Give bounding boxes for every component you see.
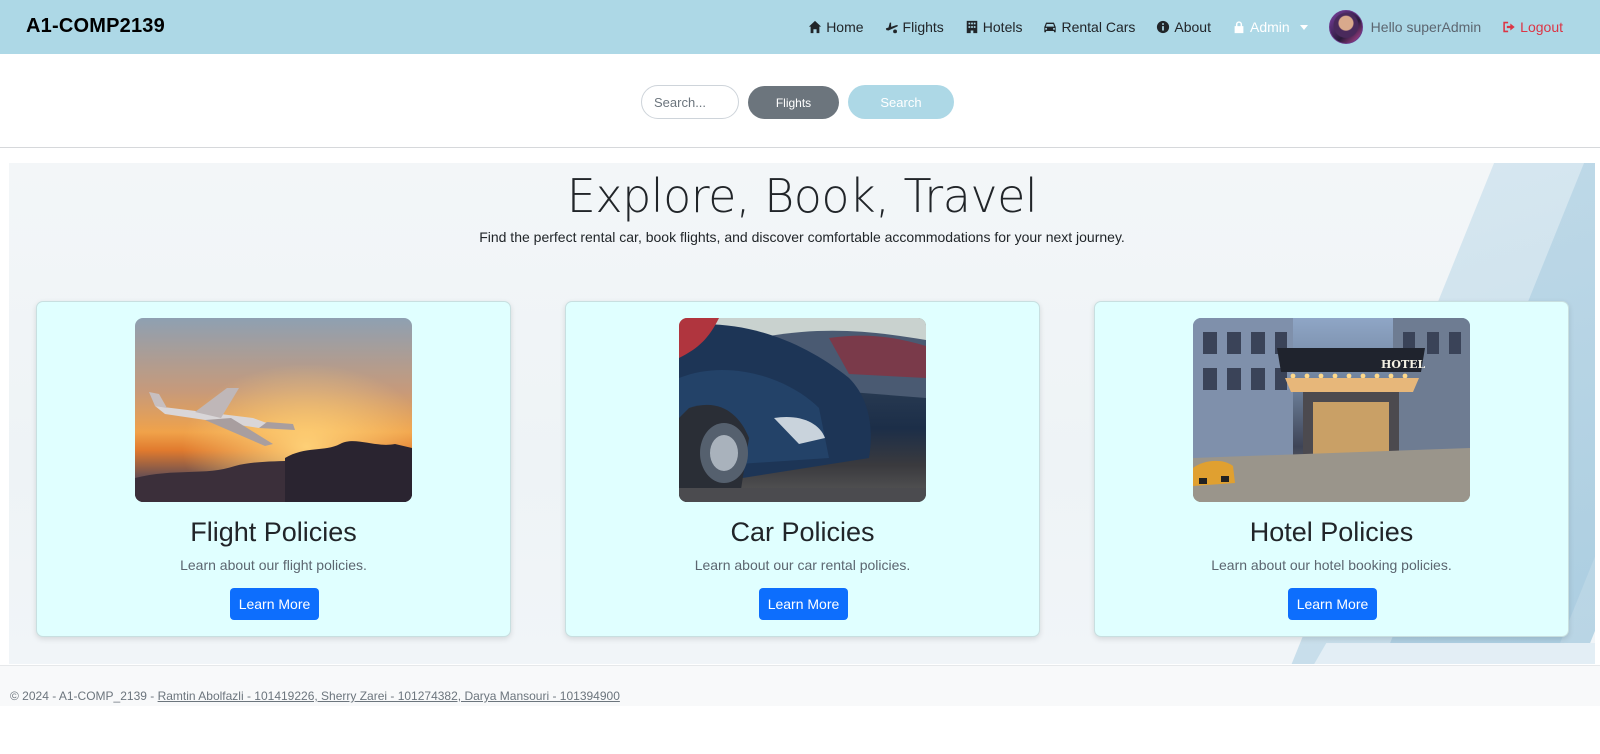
nav-rental-cars-label: Rental Cars (1061, 19, 1136, 35)
nav-item-flights[interactable]: Flights (885, 19, 944, 35)
admin-label: Admin (1249, 19, 1290, 35)
hotel-policies-card: HOTEL Hotel Policies Learn about our hot… (1094, 301, 1569, 637)
learn-more-button-flights[interactable]: Learn More (230, 588, 319, 620)
footer-text: © 2024 - A1-COMP_2139 - Ramtin Abolfazli… (10, 689, 620, 703)
nav-item-about[interactable]: About (1156, 19, 1211, 35)
learn-more-button-cars[interactable]: Learn More (759, 588, 848, 620)
card-title: Flight Policies (190, 517, 357, 547)
flight-policies-card: Flight Policies Learn about our flight p… (36, 301, 511, 637)
nav-hotels-label: Hotels (982, 19, 1023, 35)
hero-subtitle: Find the perfect rental car, book flight… (479, 229, 1125, 245)
card-description: Learn about our car rental policies. (694, 557, 911, 573)
nav-flights-label: Flights (902, 19, 944, 35)
sign-out-icon (1503, 21, 1515, 33)
nav-item-hotels[interactable]: Hotels (965, 19, 1023, 35)
nav-item-home[interactable]: Home (808, 19, 864, 35)
hero-background-shape (1291, 643, 1595, 664)
nav-about-label: About (1174, 19, 1211, 35)
car-icon (1044, 22, 1057, 33)
logout-link[interactable]: Logout (1502, 19, 1563, 35)
lock-icon (1234, 21, 1244, 34)
card-title: Car Policies (730, 517, 875, 547)
building-icon (966, 20, 978, 34)
brand-logo[interactable]: A1-COMP2139 (26, 15, 165, 38)
house-icon (809, 20, 822, 34)
hotel-sign-text: HOTEL (1381, 358, 1426, 371)
nav-item-rental-cars[interactable]: Rental Cars (1043, 19, 1135, 35)
search-input[interactable] (641, 85, 739, 119)
footer-copyright: © 2024 - A1-COMP_2139 - (10, 689, 158, 703)
parked-cars-image (679, 318, 926, 502)
hero-title: Explore, Book, Travel (566, 169, 1038, 223)
card-title: Hotel Policies (1249, 517, 1414, 547)
car-policies-card: Car Policies Learn about our car rental … (565, 301, 1040, 637)
plane-icon (885, 22, 898, 34)
info-circle-icon (1157, 20, 1170, 34)
navbar: A1-COMP2139 Home Flights Hotels Rental C… (0, 0, 1600, 54)
chevron-down-icon (1299, 24, 1308, 30)
card-description: Learn about our hotel booking policies. (1211, 557, 1452, 573)
nav-menu: Home Flights Hotels Rental Cars About Ad… (808, 0, 1600, 54)
user-greeting: Hello superAdmin (1370, 19, 1482, 35)
card-description: Learn about our flight policies. (180, 557, 367, 573)
logout-label: Logout (1520, 19, 1563, 35)
avatar[interactable] (1328, 10, 1363, 44)
nav-home-label: Home (826, 19, 864, 35)
footer-authors-link[interactable]: Ramtin Abolfazli - 101419226, Sherry Zar… (158, 689, 620, 703)
learn-more-button-hotels[interactable]: Learn More (1288, 588, 1377, 620)
search-category-dropdown[interactable]: Flights (748, 86, 839, 119)
hotel-entrance-image: HOTEL (1193, 318, 1470, 502)
footer: © 2024 - A1-COMP_2139 - Ramtin Abolfazli… (0, 665, 1600, 706)
hero-section: Explore, Book, Travel Find the perfect r… (9, 163, 1595, 664)
airplane-sunset-image (135, 318, 412, 502)
admin-dropdown[interactable]: Admin (1232, 19, 1308, 35)
search-button[interactable]: Search (848, 85, 954, 119)
